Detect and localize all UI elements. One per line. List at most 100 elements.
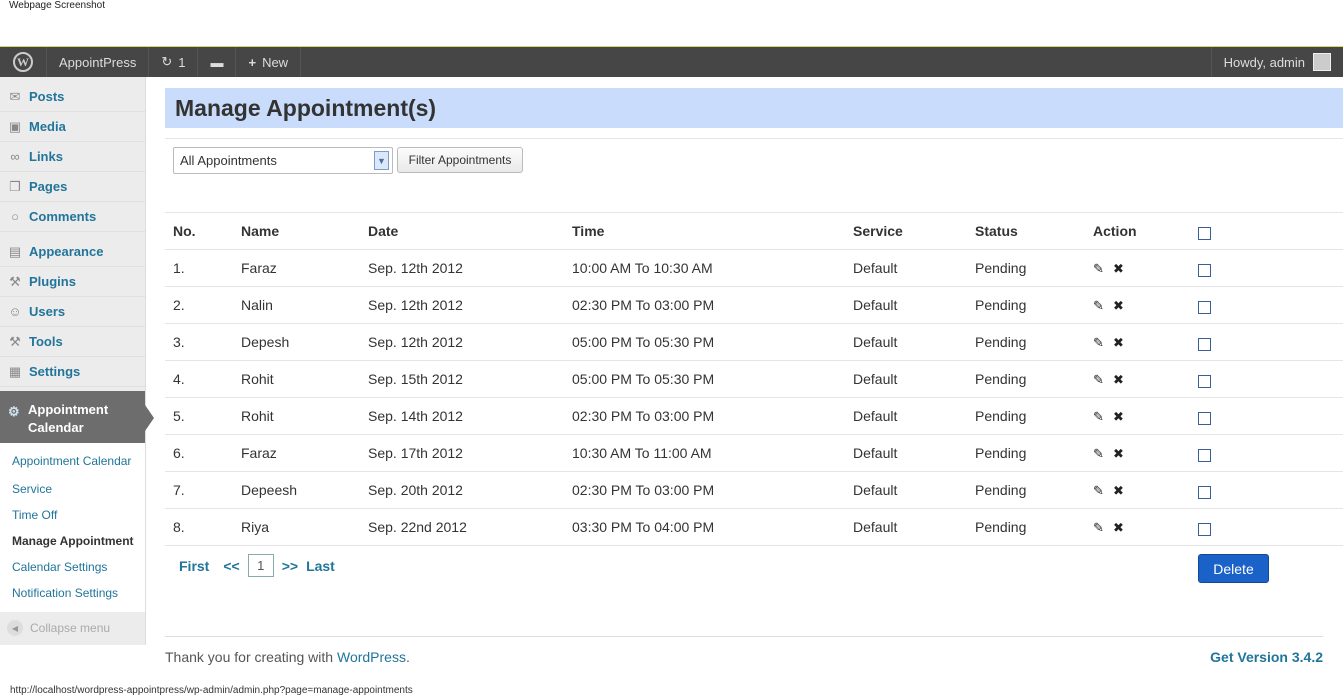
row-status: Pending bbox=[967, 434, 1085, 472]
pager-next-link[interactable]: >> bbox=[282, 558, 298, 574]
sidebar-item-label: Links bbox=[29, 149, 63, 164]
sidebar-item-pages[interactable]: ❐ Pages bbox=[0, 172, 145, 202]
row-checkbox[interactable] bbox=[1198, 263, 1211, 277]
avatar bbox=[1313, 53, 1331, 71]
edit-pencil-icon[interactable]: ✎ bbox=[1093, 335, 1113, 351]
row-status: Pending bbox=[967, 397, 1085, 435]
delete-x-icon[interactable]: ✖ bbox=[1113, 483, 1133, 499]
site-name-link[interactable]: AppointPress bbox=[47, 47, 150, 77]
delete-x-icon[interactable]: ✖ bbox=[1113, 446, 1133, 462]
submenu-manage-appointment[interactable]: Manage Appointment bbox=[0, 528, 145, 554]
row-status: Pending bbox=[967, 249, 1085, 287]
appointment-filter-select[interactable]: All Appointments ▼ bbox=[173, 147, 393, 174]
row-service: Default bbox=[845, 286, 967, 324]
comment-icon: ○ bbox=[11, 209, 19, 224]
pager-prev-link[interactable]: << bbox=[223, 558, 239, 574]
page-title: Manage Appointment(s) bbox=[165, 88, 1343, 128]
row-status: Pending bbox=[967, 323, 1085, 361]
filter-appointments-button[interactable]: Filter Appointments bbox=[397, 147, 523, 173]
pager-first-link[interactable]: First bbox=[179, 558, 209, 574]
pager-current-page[interactable]: 1 bbox=[247, 554, 274, 577]
footer-credit: Thank you for creating with WordPress. bbox=[165, 649, 410, 665]
collapse-label: Collapse menu bbox=[30, 621, 111, 635]
row-time: 05:00 PM To 05:30 PM bbox=[564, 360, 845, 398]
select-all-checkbox[interactable] bbox=[1198, 226, 1211, 240]
site-name-label: AppointPress bbox=[59, 54, 137, 70]
header-time: Time bbox=[564, 212, 845, 250]
footer-divider bbox=[165, 636, 1323, 637]
row-checkbox[interactable] bbox=[1198, 522, 1211, 536]
sidebar-item-appointment-calendar[interactable]: ⚙ Appointment Calendar bbox=[0, 391, 154, 443]
row-no: 6. bbox=[165, 434, 233, 472]
admin-bar: W AppointPress ↻ 1 ▬ + New Howdy, admin bbox=[0, 47, 1343, 77]
row-checkbox[interactable] bbox=[1198, 448, 1211, 462]
row-no: 5. bbox=[165, 397, 233, 435]
my-account-menu[interactable]: Howdy, admin bbox=[1210, 47, 1343, 77]
sidebar-item-posts[interactable]: ✉ Posts bbox=[0, 82, 145, 112]
delete-x-icon[interactable]: ✖ bbox=[1113, 335, 1133, 351]
collapse-arrow-icon: ◀ bbox=[7, 620, 23, 636]
row-checkbox[interactable] bbox=[1198, 411, 1211, 425]
edit-pencil-icon[interactable]: ✎ bbox=[1093, 520, 1113, 536]
row-status: Pending bbox=[967, 360, 1085, 398]
edit-pencil-icon[interactable]: ✎ bbox=[1093, 483, 1113, 499]
row-time: 02:30 PM To 03:00 PM bbox=[564, 397, 845, 435]
delete-button[interactable]: Delete bbox=[1198, 554, 1269, 583]
delete-x-icon[interactable]: ✖ bbox=[1113, 520, 1133, 536]
row-checkbox[interactable] bbox=[1198, 337, 1211, 351]
submenu-service[interactable]: Service bbox=[0, 476, 145, 502]
edit-pencil-icon[interactable]: ✎ bbox=[1093, 409, 1113, 425]
row-date: Sep. 15th 2012 bbox=[360, 360, 564, 398]
sidebar-item-tools[interactable]: ⚒ Tools bbox=[0, 327, 145, 357]
sidebar-item-links[interactable]: ∞ Links bbox=[0, 142, 145, 172]
sidebar-item-settings[interactable]: ▦ Settings bbox=[0, 357, 145, 387]
collapse-menu-button[interactable]: ◀ Collapse menu bbox=[0, 620, 145, 636]
tools-icon: ⚒ bbox=[9, 333, 21, 349]
new-content-link[interactable]: + New bbox=[236, 47, 302, 77]
wordpress-link[interactable]: WordPress bbox=[337, 649, 406, 665]
wp-logo-menu[interactable]: W bbox=[0, 47, 47, 77]
row-name: Faraz bbox=[233, 249, 360, 287]
row-time: 10:00 AM To 10:30 AM bbox=[564, 249, 845, 287]
submenu-appointment-calendar[interactable]: Appointment Calendar bbox=[0, 446, 145, 476]
sidebar-item-plugins[interactable]: ⚒ Plugins bbox=[0, 267, 145, 297]
header-name: Name bbox=[233, 212, 360, 250]
delete-x-icon[interactable]: ✖ bbox=[1113, 409, 1133, 425]
row-actions: ✎ ✖ bbox=[1085, 360, 1190, 398]
sidebar-item-users[interactable]: ☺ Users bbox=[0, 297, 145, 327]
row-date: Sep. 14th 2012 bbox=[360, 397, 564, 435]
row-service: Default bbox=[845, 397, 967, 435]
sidebar-item-media[interactable]: ▣ Media bbox=[0, 112, 145, 142]
delete-x-icon[interactable]: ✖ bbox=[1113, 298, 1133, 314]
delete-x-icon[interactable]: ✖ bbox=[1113, 372, 1133, 388]
row-service: Default bbox=[845, 508, 967, 546]
updates-link[interactable]: ↻ 1 bbox=[149, 47, 199, 77]
row-time: 02:30 PM To 03:00 PM bbox=[564, 471, 845, 509]
appointments-table: No. Name Date Time Service Status Action… bbox=[165, 212, 1343, 546]
row-checkbox[interactable] bbox=[1198, 374, 1211, 388]
new-label: New bbox=[262, 54, 289, 70]
sidebar-item-label: Tools bbox=[29, 334, 63, 349]
comment-bubble-icon: ▬ bbox=[210, 54, 224, 70]
get-version-link[interactable]: Get Version 3.4.2 bbox=[1210, 649, 1323, 665]
gear-icon: ⚙ bbox=[8, 404, 20, 419]
edit-pencil-icon[interactable]: ✎ bbox=[1093, 261, 1113, 277]
edit-pencil-icon[interactable]: ✎ bbox=[1093, 372, 1113, 388]
pager-last-link[interactable]: Last bbox=[306, 558, 335, 574]
edit-pencil-icon[interactable]: ✎ bbox=[1093, 298, 1113, 314]
sidebar-item-comments[interactable]: ○ Comments bbox=[0, 202, 145, 232]
header-select-all bbox=[1190, 212, 1343, 250]
sidebar-item-label: Posts bbox=[29, 89, 65, 104]
comments-link[interactable]: ▬ bbox=[198, 47, 237, 77]
row-checkbox[interactable] bbox=[1198, 485, 1211, 499]
sidebar-item-label: Plugins bbox=[29, 274, 76, 289]
delete-x-icon[interactable]: ✖ bbox=[1113, 261, 1133, 277]
submenu-calendar-settings[interactable]: Calendar Settings bbox=[0, 554, 145, 580]
sidebar-item-appearance[interactable]: ▤ Appearance bbox=[0, 237, 145, 267]
row-checkbox[interactable] bbox=[1198, 300, 1211, 314]
edit-pencil-icon[interactable]: ✎ bbox=[1093, 446, 1113, 462]
submenu-notification-settings[interactable]: Notification Settings bbox=[0, 580, 145, 606]
row-status: Pending bbox=[967, 286, 1085, 324]
row-date: Sep. 12th 2012 bbox=[360, 323, 564, 361]
submenu-time-off[interactable]: Time Off bbox=[0, 502, 145, 528]
